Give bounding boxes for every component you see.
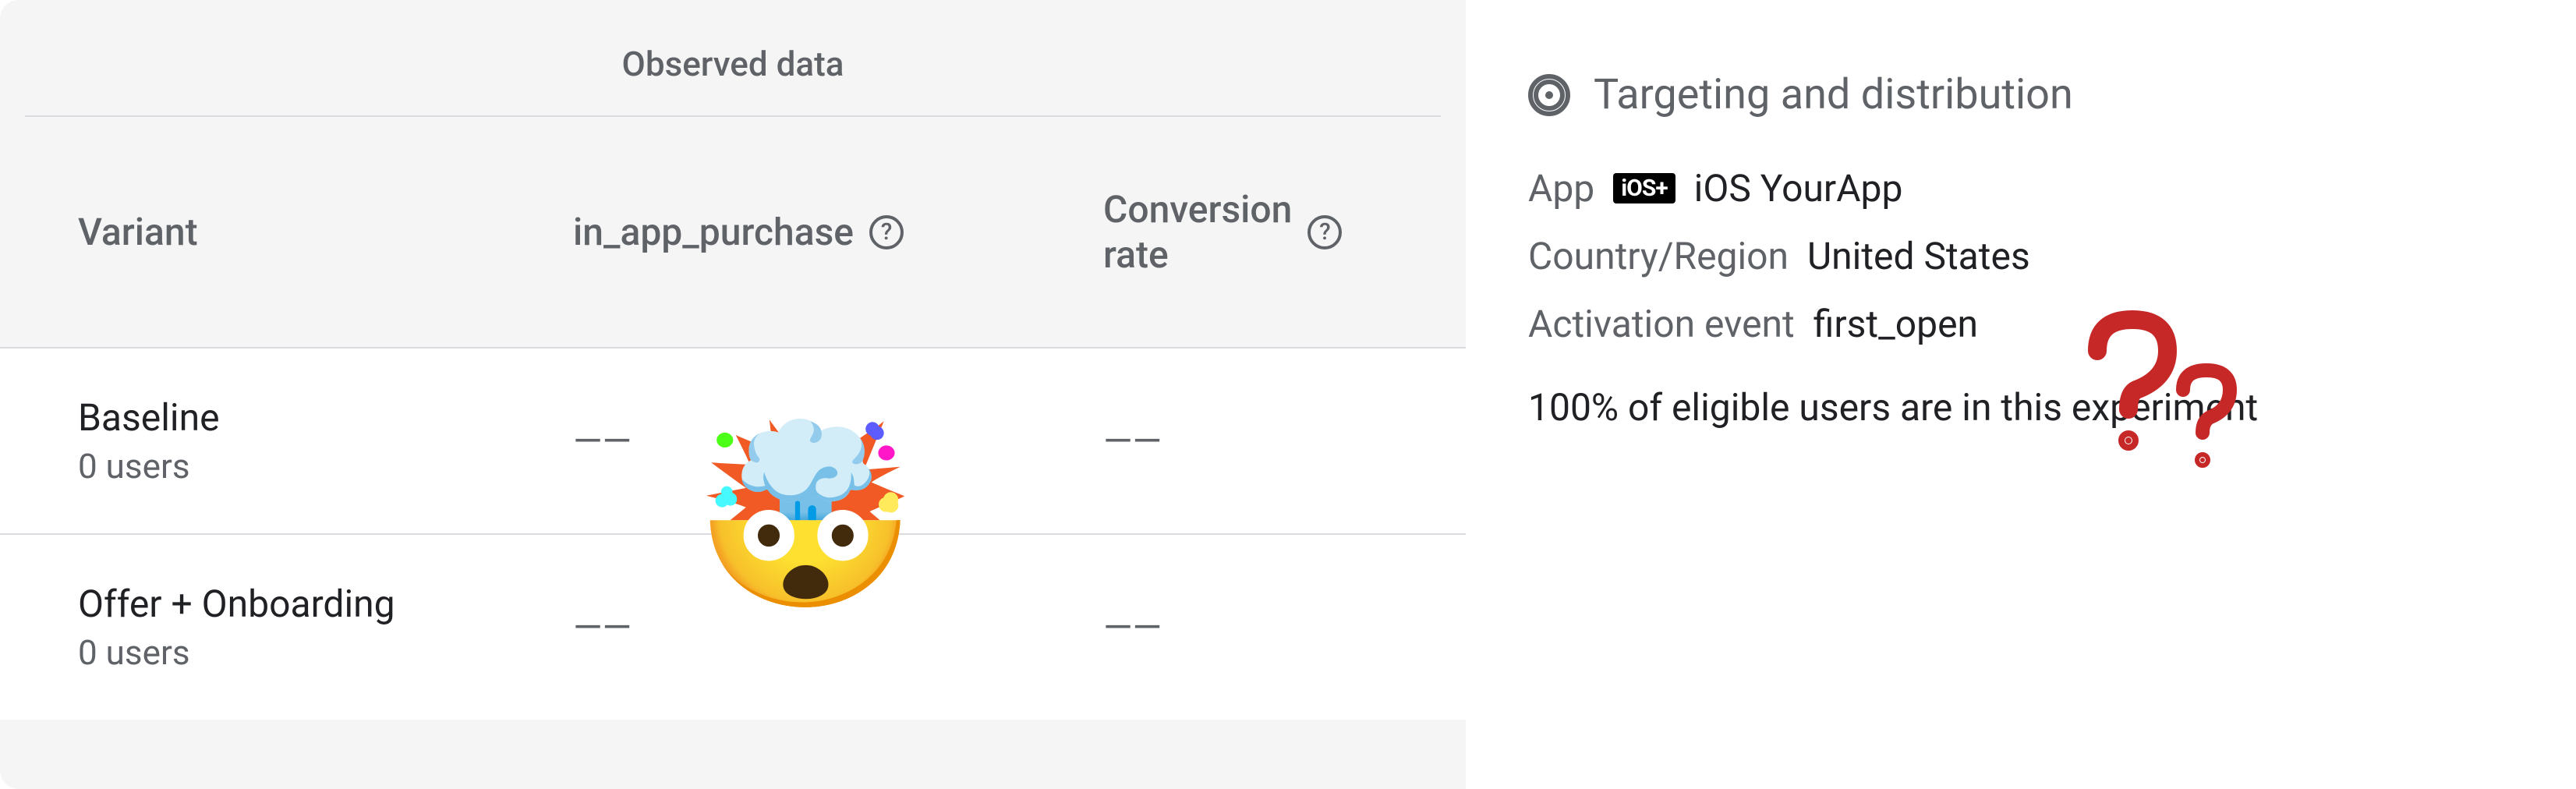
column-header-conversion-label: Conversion rate [1103, 187, 1292, 277]
variant-name: Offer + Onboarding [78, 582, 573, 626]
variant-cell: Baseline 0 users [78, 395, 573, 486]
app-value: iOS YourApp [1694, 166, 1903, 211]
country-value: United States [1807, 234, 2030, 278]
variant-users: 0 users [78, 446, 573, 486]
observed-data-title: Observed data [25, 0, 1441, 117]
targeting-header: Targeting and distribution [1528, 70, 2529, 119]
question-mark-icon [2058, 304, 2245, 491]
column-header-iap: in_app_purchase ? [573, 187, 1103, 277]
target-icon [1528, 74, 1570, 116]
help-icon[interactable]: ? [869, 215, 904, 249]
targeting-section: Targeting and distribution App iOS+ iOS … [1466, 0, 2576, 789]
question-marks-annotation [2058, 304, 2245, 494]
ios-badge: iOS+ [1613, 173, 1675, 203]
variant-users: 0 users [78, 632, 573, 673]
table-header-row: Variant in_app_purchase ? Conversion rat… [0, 117, 1466, 347]
conversion-cell: —— [1103, 395, 1415, 486]
app-info-row: App iOS+ iOS YourApp [1528, 166, 2529, 211]
conversion-cell: —— [1103, 582, 1415, 673]
variant-name: Baseline [78, 395, 573, 440]
distribution-summary: 100% of eligible users are in this exper… [1528, 385, 2529, 430]
country-info-row: Country/Region United States [1528, 234, 2529, 278]
app-label: App [1528, 166, 1594, 211]
help-icon[interactable]: ? [1307, 215, 1342, 249]
experiment-panel: Observed data Variant in_app_purchase ? … [0, 0, 2576, 789]
targeting-title: Targeting and distribution [1594, 70, 2073, 119]
country-label: Country/Region [1528, 234, 1789, 278]
observed-data-section: Observed data Variant in_app_purchase ? … [0, 0, 1466, 789]
exploding-head-emoji-annotation: 🤯 [694, 429, 917, 608]
activation-value: first_open [1813, 302, 1978, 346]
column-header-iap-label: in_app_purchase [573, 210, 854, 254]
column-header-conversion: Conversion rate ? [1103, 187, 1415, 277]
activation-label: Activation event [1528, 302, 1795, 346]
activation-info-row: Activation event first_open [1528, 302, 2529, 346]
column-header-variant: Variant [78, 187, 573, 277]
variant-cell: Offer + Onboarding 0 users [78, 582, 573, 673]
